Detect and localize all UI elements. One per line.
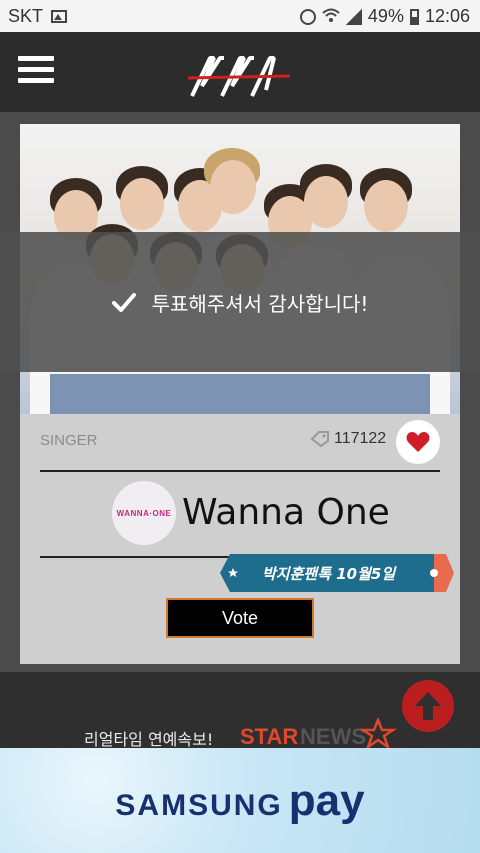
carrier-label: SKT	[8, 6, 44, 26]
svg-text:NEWS: NEWS	[300, 724, 366, 749]
svg-text:STAR: STAR	[240, 724, 298, 749]
wifi-icon	[322, 7, 340, 26]
app-screen: SKT 49% 12:06 SINGER 117122 WANNA·ONE Wa…	[0, 0, 480, 853]
realtime-news-text: 리얼타임 연예속보!	[84, 730, 214, 749]
status-bar: SKT 49% 12:06	[0, 0, 480, 32]
scroll-to-top-button[interactable]	[402, 680, 454, 732]
image-notification-icon	[51, 10, 68, 23]
ad-brand: SAMSUNG	[115, 788, 283, 822]
ticket-icon	[310, 431, 330, 448]
artist-logo: WANNA·ONE	[112, 481, 176, 545]
artist-logo-text: WANNA·ONE	[116, 508, 172, 518]
vote-card: SINGER 117122 WANNA·ONE Wanna One 박지훈팬톡 …	[20, 124, 460, 664]
top-navbar	[0, 32, 480, 112]
samsung-pay-ad[interactable]: SAMSUNG pay	[0, 748, 480, 853]
divider	[40, 470, 440, 472]
ad-product: pay	[288, 775, 365, 825]
battery-percent: 49%	[367, 6, 404, 26]
checkmark-icon	[111, 293, 136, 312]
heart-icon	[406, 432, 430, 452]
vote-success-toast: 투표해주셔서 감사합니다!	[0, 232, 480, 372]
artist-name: Wanna One	[182, 492, 390, 533]
menu-bar	[18, 67, 54, 72]
battery-icon	[409, 8, 419, 25]
photo-face	[120, 178, 164, 230]
favorite-button[interactable]	[396, 420, 440, 464]
ad-text: SAMSUNG pay	[115, 776, 364, 826]
photo-face	[304, 176, 348, 228]
ribbon-text: 박지훈팬톡 10월5일	[262, 565, 396, 583]
starnews-logo[interactable]: STAR NEWS	[240, 716, 400, 751]
menu-bar	[18, 56, 54, 61]
category-label: SINGER	[40, 432, 98, 449]
photo-face	[364, 180, 408, 232]
signal-icon	[345, 8, 362, 25]
menu-bar	[18, 78, 54, 83]
photo-jeans	[50, 374, 430, 414]
divider	[40, 556, 240, 558]
toast-message: 투표해주셔서 감사합니다!	[151, 291, 369, 316]
photo-face	[210, 160, 256, 214]
vote-count: 117122	[334, 430, 387, 447]
app-logo[interactable]	[186, 46, 296, 102]
arrow-up-icon	[415, 692, 441, 720]
fan-talk-ribbon[interactable]: 박지훈팬톡 10월5일	[220, 554, 454, 592]
clock: 12:06	[424, 6, 470, 26]
alarm-icon	[299, 8, 316, 25]
vote-button[interactable]: Vote	[166, 598, 314, 638]
hamburger-menu-button[interactable]	[18, 56, 54, 88]
vote-count-group: 117122	[310, 430, 386, 448]
